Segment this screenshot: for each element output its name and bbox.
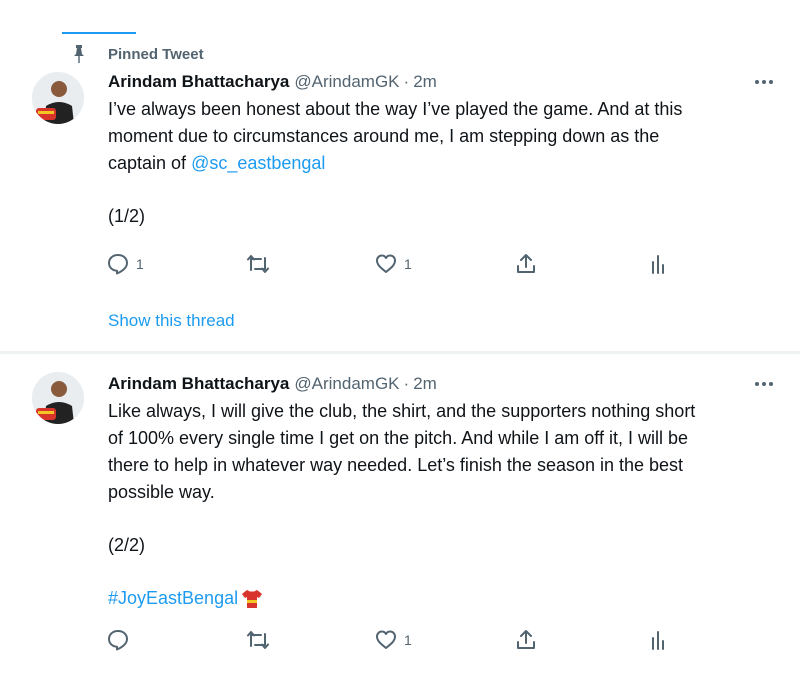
tweet-text-line: of 100% every single time I get on the p… — [108, 428, 688, 448]
author-handle[interactable]: @ArindamGK — [294, 372, 399, 396]
tweet-text-line: captain of @sc_eastbengal — [108, 150, 770, 177]
tweet-text-line: there to help in whatever way needed. Le… — [108, 455, 684, 475]
retweet-button[interactable] — [246, 628, 270, 652]
separator-dot: · — [403, 72, 410, 91]
more-options-icon[interactable] — [752, 72, 776, 92]
heart-icon — [376, 630, 396, 649]
tweet-actions: 1 — [106, 628, 686, 654]
mention-link[interactable]: @sc_eastbengal — [191, 153, 325, 173]
show-thread-link[interactable]: Show this thread — [108, 311, 235, 331]
share-icon — [517, 254, 535, 273]
reply-icon — [108, 630, 128, 651]
analytics-button[interactable] — [646, 252, 670, 276]
pinned-tweet-label: Pinned Tweet — [70, 44, 204, 64]
share-button[interactable] — [514, 628, 538, 652]
retweet-icon — [247, 631, 269, 649]
tweet-text-line: moment due to circumstances around me, I… — [108, 126, 660, 146]
tweet[interactable]: Arindam Bhattacharya @ArindamGK · 2m I’v… — [0, 70, 800, 352]
reply-icon — [108, 254, 128, 275]
like-button[interactable]: 1 — [374, 628, 412, 652]
thread-count: (1/2) — [108, 206, 146, 226]
tweet-text: I’ve always been honest about the way I’… — [108, 96, 770, 230]
more-options-icon[interactable] — [752, 374, 776, 394]
thread-count: (2/2) — [108, 535, 146, 555]
heart-icon — [376, 254, 396, 273]
like-button[interactable]: 1 — [374, 252, 412, 276]
analytics-icon — [652, 631, 664, 650]
share-icon — [517, 630, 535, 649]
timestamp[interactable]: 2m — [413, 372, 437, 396]
tweet[interactable]: Arindam Bhattacharya @ArindamGK · 2m Lik… — [0, 356, 800, 680]
reply-button[interactable]: 1 — [106, 252, 144, 276]
avatar[interactable] — [32, 72, 84, 124]
tweet-divider — [0, 351, 800, 354]
author-name[interactable]: Arindam Bhattacharya — [108, 372, 289, 396]
tweet-text-line: possible way. — [108, 482, 215, 502]
tweet-text: Like always, I will give the club, the s… — [108, 398, 770, 612]
pin-icon — [74, 45, 84, 63]
analytics-button[interactable] — [646, 628, 670, 652]
tweet-text-prefix: captain of — [108, 153, 192, 173]
share-button[interactable] — [514, 252, 538, 276]
tweet-actions: 1 1 — [106, 252, 686, 278]
reply-button[interactable] — [106, 628, 130, 652]
retweet-button[interactable] — [246, 252, 270, 276]
like-count: 1 — [404, 632, 412, 648]
analytics-icon — [652, 255, 664, 274]
like-count: 1 — [404, 256, 412, 272]
pinned-tweet-text: Pinned Tweet — [108, 45, 204, 63]
hashtag-link[interactable]: #JoyEastBengal — [108, 585, 238, 612]
author-name[interactable]: Arindam Bhattacharya — [108, 70, 289, 94]
author-handle[interactable]: @ArindamGK — [294, 70, 399, 94]
jersey-emoji-icon — [242, 589, 263, 608]
retweet-icon — [247, 255, 269, 273]
avatar[interactable] — [32, 372, 84, 424]
separator-dot: · — [403, 374, 410, 393]
active-tab-indicator — [62, 32, 136, 34]
tweet-text-line: Like always, I will give the club, the s… — [108, 401, 696, 421]
timestamp[interactable]: 2m — [413, 70, 437, 94]
reply-count: 1 — [136, 256, 144, 272]
tweet-text-line: I’ve always been honest about the way I’… — [108, 99, 683, 119]
